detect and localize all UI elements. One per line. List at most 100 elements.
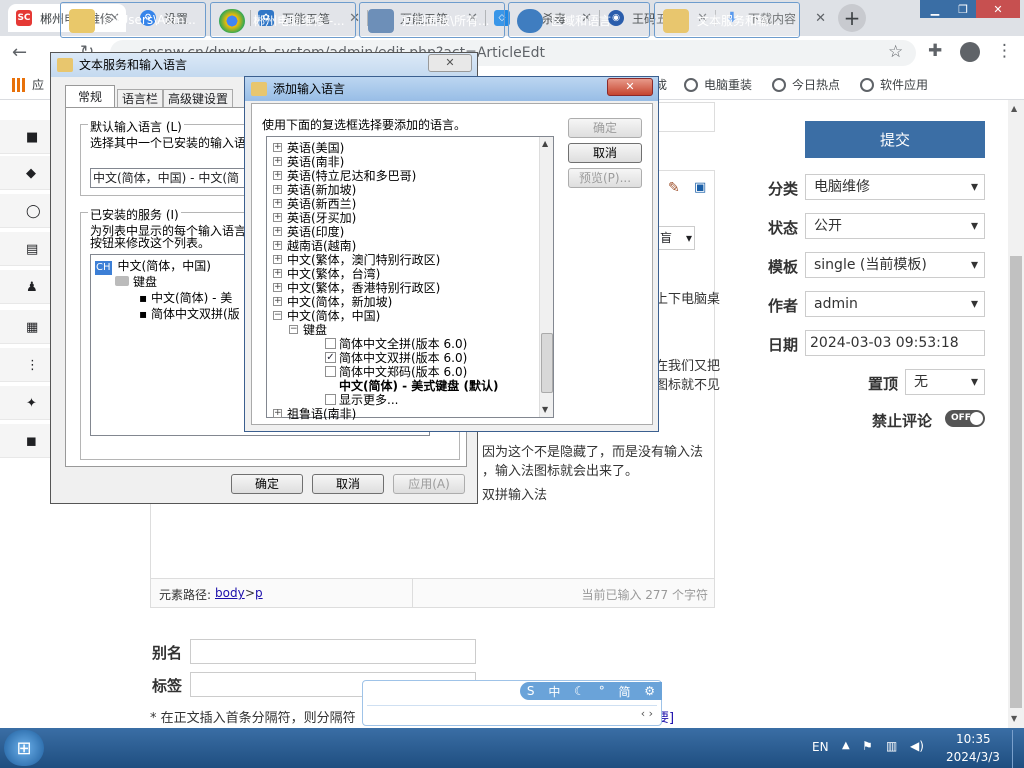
language-item[interactable]: + 英语(牙买加) bbox=[273, 211, 356, 225]
profile-avatar[interactable] bbox=[960, 42, 980, 62]
punctuation-icon[interactable]: ° bbox=[599, 684, 605, 698]
expand-icon[interactable]: + bbox=[273, 213, 282, 222]
language-item[interactable]: − 中文(简体，中国) bbox=[273, 309, 380, 323]
editor-font-select[interactable]: 盲 ▾ bbox=[655, 226, 695, 250]
expand-icon[interactable]: + bbox=[273, 283, 282, 292]
checkbox[interactable] bbox=[325, 366, 336, 377]
language-tree[interactable]: + 英语(美国) + 英语(南非) + 英语(特立尼达和多巴哥) + 英语(新加坡) + 英语(新… bbox=[266, 136, 554, 421]
author-select[interactable]: admin bbox=[805, 291, 985, 317]
scroll-up-icon[interactable]: ▲ bbox=[542, 139, 548, 148]
expand-icon[interactable]: + bbox=[273, 269, 282, 278]
expand-icon[interactable]: + bbox=[273, 185, 282, 194]
ok-button[interactable]: 确定 bbox=[568, 118, 642, 138]
tray-expand-icon[interactable]: ▲ bbox=[842, 740, 850, 751]
page-scrollbar-thumb[interactable] bbox=[1010, 256, 1022, 708]
new-tab-button[interactable]: + bbox=[838, 4, 866, 32]
taskbar-item-control-panel[interactable]: 控制面板\所有... bbox=[359, 2, 505, 38]
volume-icon[interactable]: ◀) bbox=[910, 739, 924, 753]
tab-general[interactable]: 常规 bbox=[65, 85, 115, 107]
back-arrow-icon[interactable]: ← bbox=[12, 42, 27, 63]
close-icon[interactable]: ✕ bbox=[815, 11, 826, 26]
expand-icon[interactable]: + bbox=[273, 143, 282, 152]
language-item[interactable]: + 英语(南非) bbox=[273, 155, 344, 169]
sidebar-item-structure[interactable]: ⋮ bbox=[0, 348, 50, 382]
bookmark-reinstall[interactable]: 电脑重装 bbox=[684, 76, 752, 93]
element-path-body-link[interactable]: body bbox=[215, 586, 245, 600]
apply-button[interactable]: 应用(A) bbox=[393, 474, 465, 494]
expand-icon[interactable]: + bbox=[273, 241, 282, 250]
network-icon[interactable]: ▥ bbox=[886, 739, 897, 753]
sidebar-item-plugins[interactable]: ✦ bbox=[0, 386, 50, 420]
default-language-select[interactable]: 中文(简体，中国) - 中文(简 bbox=[90, 168, 246, 188]
language-item[interactable]: + 中文(繁体，香港特别行政区) bbox=[273, 281, 440, 295]
language-item[interactable]: + 英语(美国) bbox=[273, 141, 344, 155]
element-path-p-link[interactable]: p bbox=[255, 586, 263, 600]
language-item[interactable]: + 英语(新加坡) bbox=[273, 183, 356, 197]
language-item[interactable]: + 中文(繁体，台湾) bbox=[273, 267, 380, 281]
close-icon[interactable]: ✕ bbox=[607, 78, 653, 96]
show-more-option[interactable]: 显示更多... bbox=[325, 393, 398, 407]
scroll-down-icon[interactable]: ▼ bbox=[542, 405, 548, 414]
taskbar-item-text-services[interactable]: 文本服务和输... bbox=[654, 2, 800, 38]
checkbox[interactable] bbox=[325, 338, 336, 349]
sidebar-item-users[interactable]: ♟ bbox=[0, 270, 50, 304]
sidebar-item-pages[interactable]: ▤ bbox=[0, 232, 50, 266]
ok-button[interactable]: 确定 bbox=[231, 474, 303, 494]
alias-input[interactable] bbox=[190, 639, 476, 664]
submit-button[interactable]: 提交 bbox=[805, 121, 985, 158]
taskbar-item-chrome[interactable]: 郴州电脑维修 -... bbox=[210, 2, 356, 38]
restore-icon[interactable]: ❐ bbox=[948, 0, 978, 18]
input-language-indicator[interactable]: EN bbox=[812, 740, 829, 754]
expand-icon[interactable]: + bbox=[273, 409, 282, 418]
dialog-titlebar[interactable]: 添加输入语言 bbox=[245, 77, 658, 101]
language-item[interactable]: + 越南语(越南) bbox=[273, 239, 356, 253]
start-button[interactable]: ⊞ bbox=[4, 730, 44, 766]
category-select[interactable]: 电脑维修 bbox=[805, 174, 985, 200]
expand-icon[interactable]: + bbox=[273, 297, 282, 306]
sidebar-item-layout[interactable]: ▦ bbox=[0, 310, 50, 344]
scroll-up-icon[interactable]: ▲ bbox=[1011, 104, 1017, 113]
sidebar-item-modules[interactable]: ◼ bbox=[0, 424, 50, 458]
tree-item-us-keyboard[interactable]: ▪ 中文(简体) - 美 bbox=[139, 291, 232, 305]
close-icon[interactable]: ✕ bbox=[428, 54, 472, 72]
minimize-icon[interactable]: ▁ bbox=[920, 0, 950, 18]
scroll-down-icon[interactable]: ▼ bbox=[1011, 714, 1017, 723]
tree-item-keyboard[interactable]: 键盘 bbox=[115, 275, 157, 289]
keyboard-option[interactable]: 简体中文全拼(版本 6.0) bbox=[325, 337, 467, 351]
ime-chinese-mode[interactable]: 中 bbox=[548, 683, 560, 700]
tree-item-chinese[interactable]: CH 中文(简体，中国) bbox=[95, 259, 211, 275]
ime-status-bar[interactable]: S 中 ☾ ° 简 ⚙ bbox=[520, 682, 662, 700]
collapse-icon[interactable]: − bbox=[273, 311, 282, 320]
template-select[interactable]: single (当前模板) bbox=[805, 252, 985, 278]
language-item[interactable]: + 英语(印度) bbox=[273, 225, 344, 239]
preview-button[interactable]: 预览(P)... bbox=[568, 168, 642, 188]
checkbox[interactable]: ✓ bbox=[325, 352, 336, 363]
dialog-titlebar[interactable]: 文本服务和输入语言 bbox=[51, 53, 477, 77]
apps-bookmark[interactable]: 应 bbox=[12, 76, 44, 93]
tab-advanced-keys[interactable]: 高级键设置 bbox=[163, 89, 233, 107]
show-desktop-button[interactable] bbox=[1012, 730, 1024, 768]
language-item[interactable]: + 祖鲁语(南非) bbox=[273, 407, 356, 421]
gear-icon[interactable]: ⚙ bbox=[644, 684, 655, 698]
preview-icon[interactable]: ▣ bbox=[694, 180, 706, 195]
tree-scrollbar[interactable]: ▲ ▼ bbox=[539, 137, 553, 417]
language-item[interactable]: + 英语(新西兰) bbox=[273, 197, 356, 211]
language-item[interactable]: − 键盘 bbox=[289, 323, 327, 337]
expand-icon[interactable]: + bbox=[273, 199, 282, 208]
sidebar-item-comments[interactable]: ◯ bbox=[0, 194, 50, 228]
sidebar-item-tags[interactable]: ◆ bbox=[0, 156, 50, 190]
status-select[interactable]: 公开 bbox=[805, 213, 985, 239]
clock-time[interactable]: 10:35 bbox=[956, 732, 991, 746]
taskbar-item-region[interactable]: 区域和语言 bbox=[508, 2, 650, 38]
expand-icon[interactable]: + bbox=[273, 157, 282, 166]
clock-date[interactable]: 2024/3/3 bbox=[946, 750, 1000, 764]
tab-language-bar[interactable]: 语言栏 bbox=[117, 89, 163, 107]
ime-logo-icon[interactable]: S bbox=[527, 684, 535, 698]
expand-icon[interactable]: + bbox=[273, 255, 282, 264]
cancel-button[interactable]: 取消 bbox=[568, 143, 642, 163]
cancel-button[interactable]: 取消 bbox=[312, 474, 384, 494]
language-item[interactable]: + 中文(简体，新加坡) bbox=[273, 295, 392, 309]
collapse-icon[interactable]: − bbox=[289, 325, 298, 334]
taskbar-item-explorer[interactable]: C:\Users\Adm... bbox=[60, 2, 206, 38]
tree-item-shuangpin[interactable]: ▪ 简体中文双拼(版 bbox=[139, 307, 240, 321]
